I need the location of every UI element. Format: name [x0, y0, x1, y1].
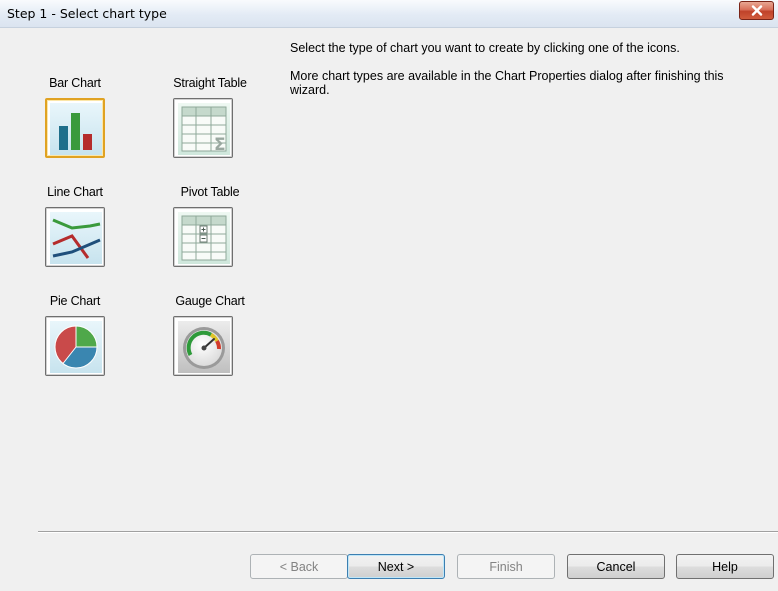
- line-chart-icon: [50, 212, 102, 264]
- pivot-table-icon: [178, 212, 230, 264]
- close-icon: [751, 5, 762, 16]
- help-button[interactable]: Help: [676, 554, 774, 579]
- finish-button[interactable]: Finish: [457, 554, 555, 579]
- chart-type-label: Bar Chart: [49, 76, 101, 90]
- chart-type-label: Line Chart: [47, 185, 103, 199]
- chart-type-pie: Pie Chart: [36, 293, 114, 310]
- bar-chart-button[interactable]: [45, 98, 105, 158]
- straight-table-button[interactable]: Σ: [173, 98, 233, 158]
- pie-chart-button[interactable]: [45, 316, 105, 376]
- close-button[interactable]: [739, 1, 774, 20]
- chart-type-line: Line Chart: [36, 184, 114, 201]
- gauge-chart-icon: [178, 321, 230, 373]
- pivot-table-button[interactable]: [173, 207, 233, 267]
- back-button[interactable]: < Back: [250, 554, 348, 579]
- chart-type-pivot-table: Pivot Table: [155, 184, 265, 201]
- chart-type-label: Gauge Chart: [175, 294, 245, 308]
- svg-text:Σ: Σ: [214, 135, 226, 155]
- instruction-text: Select the type of chart you want to cre…: [290, 41, 680, 55]
- wizard-body: Bar Chart Straight Table Σ Line Chart Pi…: [0, 28, 778, 591]
- chart-type-label: Pivot Table: [180, 185, 240, 199]
- chart-type-bar: Bar Chart: [36, 75, 114, 92]
- title-bar: Step 1 - Select chart type: [0, 0, 778, 28]
- line-chart-button[interactable]: [45, 207, 105, 267]
- gauge-chart-button[interactable]: [173, 316, 233, 376]
- footer-separator: [38, 531, 778, 533]
- bar-chart-icon: [50, 103, 102, 155]
- straight-table-icon: Σ: [178, 103, 230, 155]
- cancel-button[interactable]: Cancel: [567, 554, 665, 579]
- window-title: Step 1 - Select chart type: [7, 6, 167, 21]
- pie-chart-icon: [50, 321, 102, 373]
- chart-type-label: Pie Chart: [49, 294, 101, 308]
- next-button[interactable]: Next >: [347, 554, 445, 579]
- chart-type-gauge: Gauge Chart: [155, 293, 265, 310]
- more-types-text: More chart types are available in the Ch…: [290, 69, 724, 97]
- chart-type-straight-table: Straight Table: [155, 75, 265, 92]
- chart-type-label: Straight Table: [173, 76, 247, 90]
